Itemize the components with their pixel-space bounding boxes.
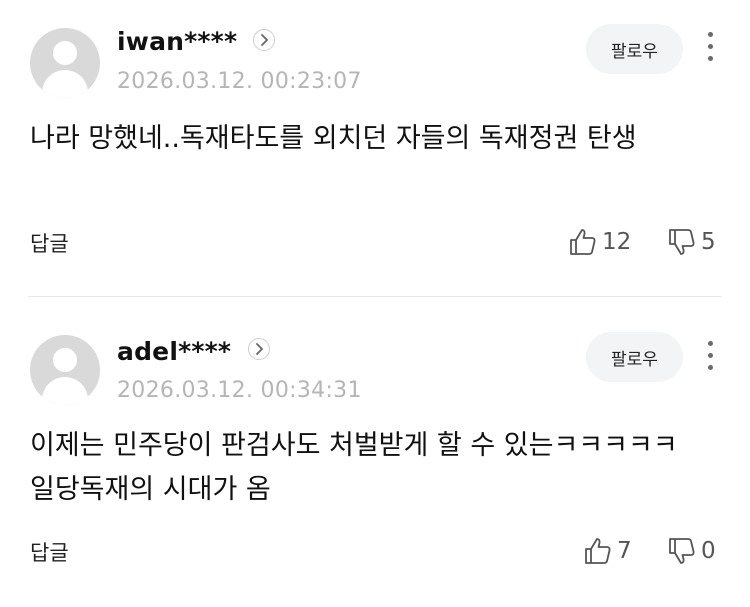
chevron-right-icon[interactable] [253,29,275,51]
comment-timestamp: 2026.03.12. 00:34:31 [117,378,362,403]
chevron-right-icon[interactable] [248,338,270,360]
dislike-count: 5 [701,229,716,255]
reply-button[interactable]: 답글 [30,537,69,567]
avatar-head-shape [53,41,77,65]
comment-list: iwan**** 2026.03.12. 00:23:07 팔로우 나라 망했네… [0,0,750,607]
like-button[interactable]: 12 [568,226,631,258]
comment-username[interactable]: adel**** [117,337,231,366]
comment-text: 이제는 민주당이 판검사도 처벌받게 할 수 있는ㅋㅋㅋㅋㅋ 일당독재의 시대가… [30,430,678,505]
avatar-head-shape [53,348,77,372]
reply-button[interactable]: 답글 [30,228,69,258]
avatar-body-shape [42,377,88,405]
more-dot [708,353,713,358]
thumbs-down-icon [669,538,695,564]
dislike-count: 0 [701,538,716,564]
follow-button[interactable]: 팔로우 [586,332,683,382]
comment-username[interactable]: iwan**** [117,27,237,56]
avatar[interactable] [30,28,100,98]
dislike-button[interactable]: 5 [667,226,716,258]
avatar[interactable] [30,335,100,405]
follow-button[interactable]: 팔로우 [586,24,683,74]
thumbs-down-icon [669,229,695,255]
comment-text: 나라 망했네..독재타도를 외치던 자들의 독재정권 탄생 [30,123,637,154]
more-vertical-icon[interactable] [703,30,719,66]
thumbs-up-icon [570,229,596,255]
more-dot [708,44,713,49]
comment-timestamp: 2026.03.12. 00:23:07 [117,69,362,94]
more-dot [708,32,713,37]
more-dot [708,341,713,346]
dislike-button[interactable]: 0 [667,535,716,567]
comment-item: iwan**** 2026.03.12. 00:23:07 팔로우 나라 망했네… [0,0,750,296]
like-button[interactable]: 7 [583,535,632,567]
more-vertical-icon[interactable] [703,339,719,375]
like-count: 7 [617,538,632,564]
thumbs-up-icon [585,538,611,564]
more-dot [708,56,713,61]
comment-item: adel**** 2026.03.12. 00:34:31 팔로우 이제는 민주… [0,297,750,607]
more-dot [708,365,713,370]
avatar-body-shape [42,70,88,98]
like-count: 12 [602,229,632,255]
